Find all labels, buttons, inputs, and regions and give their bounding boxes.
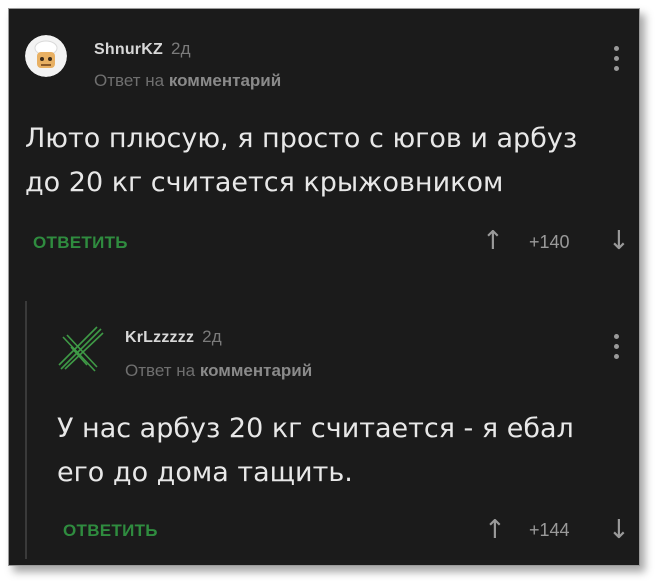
upvote-icon[interactable]: ↑ xyxy=(482,228,504,254)
reply-button[interactable]: ОТВЕТИТЬ xyxy=(33,233,128,253)
comment-text-line: до 20 кг считается крыжовником xyxy=(25,167,504,198)
crossed-lines-avatar-icon xyxy=(58,326,104,372)
comment-time: 2д xyxy=(202,327,222,346)
reply-to-link[interactable]: Ответ на комментарий xyxy=(94,71,281,91)
username-text[interactable]: ShnurKZ xyxy=(94,41,163,58)
comment-author[interactable]: KrLzzzzz 2д xyxy=(125,327,222,347)
rating-count: +144 xyxy=(529,520,570,540)
comment-author[interactable]: ShnurKZ 2д xyxy=(94,39,191,59)
downvote-icon[interactable]: ↓ xyxy=(608,228,630,254)
more-menu-icon[interactable] xyxy=(614,334,620,362)
comment-text: У нас арбуз 20 кг считается - я ебал его… xyxy=(57,407,574,495)
reply-prefix: Ответ на xyxy=(125,361,196,380)
reply-target[interactable]: комментарий xyxy=(169,71,281,90)
comment-text-line: У нас арбуз 20 кг считается - я ебал xyxy=(57,413,574,444)
reply-prefix: Ответ на xyxy=(94,71,165,90)
comment-text-line: Люто плюсую, я просто с югов и арбуз xyxy=(25,123,578,154)
thread-line[interactable] xyxy=(25,301,27,559)
user-avatar[interactable] xyxy=(25,35,67,77)
comment-time: 2д xyxy=(170,39,191,58)
rating-count: +140 xyxy=(529,232,570,252)
upvote-icon[interactable]: ↑ xyxy=(484,517,506,543)
comments-panel: ShnurKZ 2д Ответ на комментарий Люто плюс… xyxy=(8,8,640,566)
chef-avatar-icon xyxy=(25,35,67,77)
reply-button[interactable]: ОТВЕТИТЬ xyxy=(63,521,158,541)
comment-text-line: его до дома тащить. xyxy=(57,457,353,488)
username-text[interactable]: KrLzzzzz xyxy=(125,329,194,346)
reply-to-link[interactable]: Ответ на комментарий xyxy=(125,361,312,381)
reply-target[interactable]: комментарий xyxy=(200,361,312,380)
downvote-icon[interactable]: ↓ xyxy=(608,517,630,543)
more-menu-icon[interactable] xyxy=(614,46,620,74)
comment-text: Люто плюсую, я просто с югов и арбуз до … xyxy=(25,117,577,205)
user-avatar[interactable] xyxy=(57,325,105,373)
